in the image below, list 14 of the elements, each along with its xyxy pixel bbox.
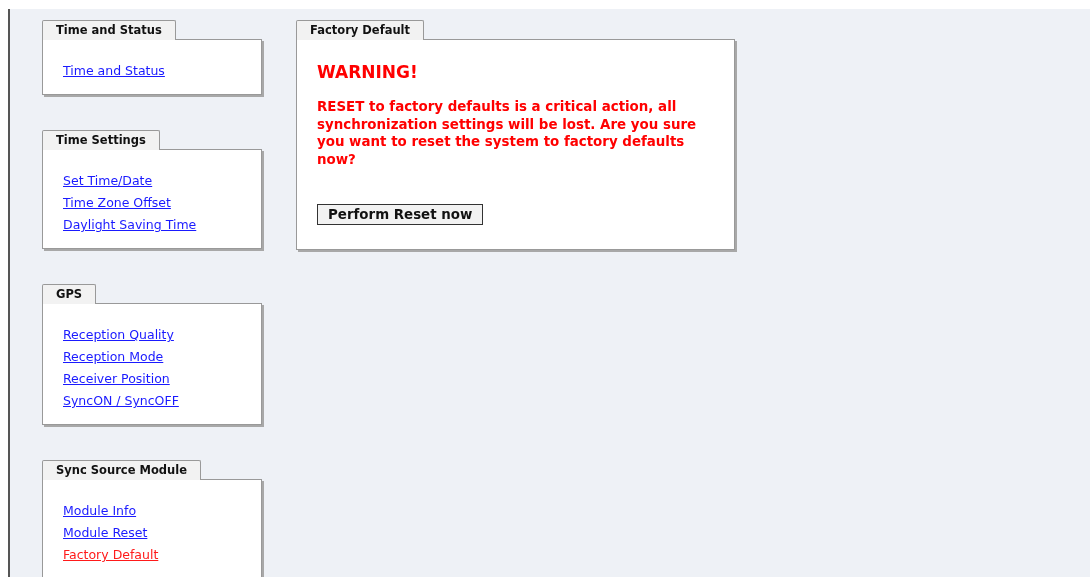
warning-message: RESET to factory defaults is a critical action, all synchronization settings will be lost. Are you sure you want to reset the system to factory defaults now? bbox=[317, 98, 698, 168]
nav-link[interactable]: Time and Status bbox=[63, 60, 165, 82]
nav-link[interactable]: Module Reset bbox=[63, 522, 148, 544]
nav-link[interactable]: Time Zone Offset bbox=[63, 192, 171, 214]
nav-link[interactable]: Daylight Saving Time bbox=[63, 214, 197, 236]
nav-link[interactable]: Factory Default bbox=[63, 544, 159, 566]
warning-heading: WARNING! bbox=[317, 62, 419, 82]
nav-link[interactable]: Reception Mode bbox=[63, 346, 164, 368]
perform-reset-button[interactable]: Perform Reset now bbox=[317, 204, 484, 225]
nav-link[interactable]: Module Info bbox=[63, 500, 137, 522]
nav-link[interactable]: Set Time/Date bbox=[63, 170, 153, 192]
nav-link[interactable]: Reception Quality bbox=[63, 324, 174, 346]
nav-link[interactable]: SyncON / SyncOFF bbox=[63, 390, 179, 412]
nav-link[interactable]: Receiver Position bbox=[63, 368, 170, 390]
